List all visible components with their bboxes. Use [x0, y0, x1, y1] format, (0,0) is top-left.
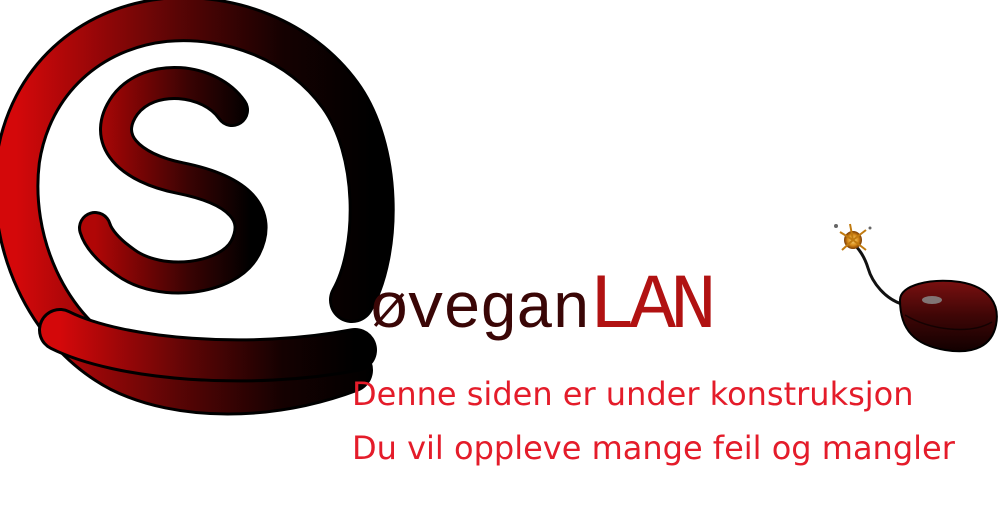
page: øveganLAN Denne siden er under konstruks… [0, 0, 1000, 526]
bomb-mouse-icon [834, 223, 998, 353]
wordmark-part1: øvegan [370, 275, 590, 347]
logo-wordmark: øveganLAN [370, 268, 717, 347]
wordmark-part2: LAN [588, 263, 716, 351]
construction-notice-line1: Denne siden er under konstruksjon [352, 375, 914, 413]
construction-notice-line2: Du vil oppleve mange feil og mangler [352, 429, 955, 467]
s-circle-emblem-icon [0, 0, 395, 416]
